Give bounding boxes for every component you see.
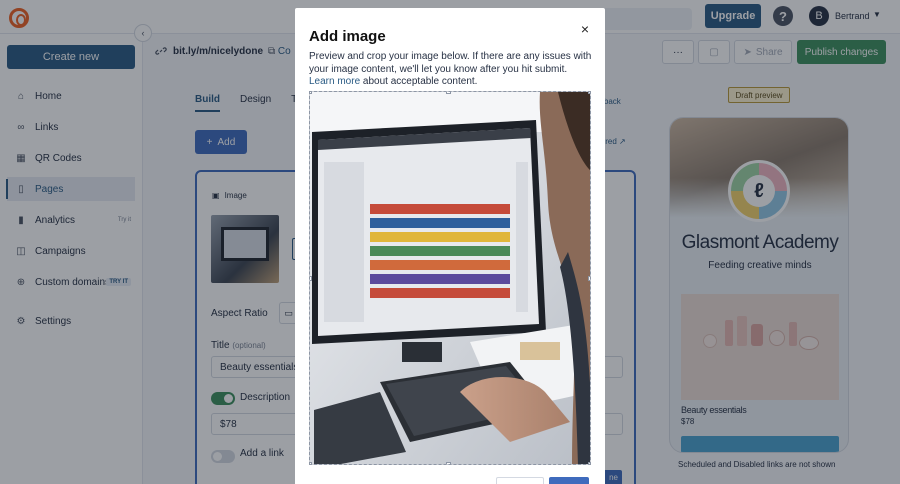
image-crop-area[interactable] bbox=[309, 91, 591, 465]
close-icon[interactable]: × bbox=[578, 21, 592, 37]
submit-button[interactable] bbox=[549, 477, 589, 484]
add-image-modal: Add image × Preview and crop your image … bbox=[295, 8, 605, 484]
modal-description: Preview and crop your image below. If th… bbox=[309, 51, 594, 89]
crop-handle[interactable] bbox=[310, 462, 312, 464]
crop-handle[interactable] bbox=[446, 462, 451, 464]
cancel-button[interactable] bbox=[496, 477, 544, 484]
crop-handle[interactable] bbox=[588, 276, 590, 281]
modal-description-tail: about acceptable content. bbox=[362, 76, 478, 87]
crop-handle[interactable] bbox=[588, 462, 590, 464]
crop-preview-image bbox=[310, 92, 590, 464]
crop-handle[interactable] bbox=[310, 92, 312, 94]
learn-more-link[interactable]: Learn more bbox=[309, 76, 360, 87]
crop-handle[interactable] bbox=[588, 92, 590, 94]
modal-description-text: Preview and crop your image below. If th… bbox=[309, 51, 592, 75]
crop-handle[interactable] bbox=[446, 92, 451, 94]
modal-title: Add image bbox=[309, 28, 386, 45]
crop-handle[interactable] bbox=[310, 276, 312, 281]
